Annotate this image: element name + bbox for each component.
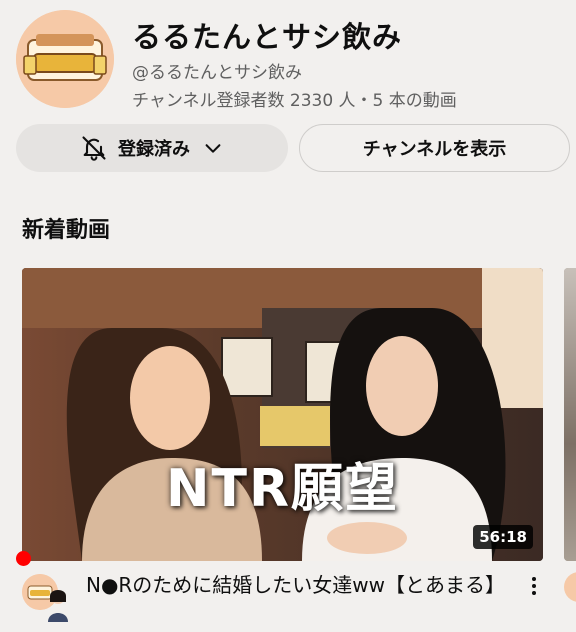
channel-meta: チャンネル登録者数 2330 人・5 本の動画: [132, 91, 457, 111]
video-duration: 56:18: [473, 525, 533, 549]
video-title[interactable]: N●Rのために結婚したい女達ww【とあまる】: [86, 570, 506, 600]
view-channel-button[interactable]: チャンネルを表示: [299, 124, 570, 172]
channel-handle: @るるたんとサシ飲み: [132, 63, 302, 83]
channel-header: るるたんとサシ飲み @るるたんとサシ飲み チャンネル登録者数 2330 人・5 …: [0, 0, 576, 120]
next-video-thumbnail[interactable]: [564, 268, 576, 561]
bell-off-icon: [80, 134, 108, 162]
video-info-row[interactable]: N●Rのために結婚したい女達ww【とあまる】: [0, 566, 576, 632]
video-thumbnail[interactable]: NTR願望 56:18: [22, 268, 543, 561]
channel-title: るるたんとサシ飲み: [132, 20, 403, 54]
person-icon: [46, 588, 70, 622]
more-vert-icon[interactable]: [522, 574, 546, 598]
subscribed-button[interactable]: 登録済み: [16, 124, 288, 172]
chevron-down-icon: [202, 137, 224, 159]
section-title: 新着動画: [22, 218, 111, 243]
subscribed-label: 登録済み: [118, 139, 190, 160]
watch-progress-indicator: [16, 551, 31, 566]
view-channel-label: チャンネルを表示: [362, 139, 507, 160]
channel-avatar[interactable]: [16, 10, 114, 108]
